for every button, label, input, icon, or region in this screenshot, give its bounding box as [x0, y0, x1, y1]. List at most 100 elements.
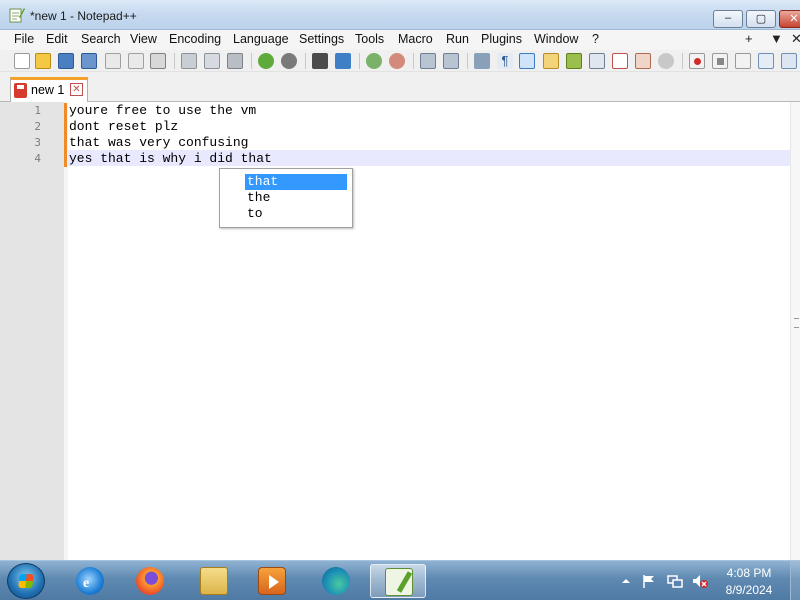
tab-close-icon[interactable]: ✕: [70, 83, 83, 96]
word-wrap-icon[interactable]: [474, 53, 490, 69]
menu-help[interactable]: ?: [592, 32, 599, 46]
menu-view[interactable]: View: [130, 32, 157, 46]
line-number: 3: [34, 136, 41, 149]
record-macro-icon[interactable]: [689, 53, 705, 69]
start-button[interactable]: [7, 563, 45, 599]
toolbar-separator: [305, 53, 306, 69]
toolbar-separator: [413, 53, 414, 69]
code-line[interactable]: that was very confusing: [69, 135, 248, 151]
stop-macro-icon[interactable]: [712, 53, 728, 69]
paste-icon[interactable]: [227, 53, 243, 69]
close-window-button[interactable]: ✕: [779, 10, 800, 28]
action-center-flag-icon[interactable]: [641, 573, 657, 589]
open-file-icon[interactable]: [35, 53, 51, 69]
menu-encoding[interactable]: Encoding: [169, 32, 221, 46]
vertical-scrollbar[interactable]: [790, 102, 800, 560]
title-bar[interactable]: *new 1 - Notepad++ – ▢ ✕: [0, 0, 800, 30]
udl-icon[interactable]: [543, 53, 559, 69]
autocomplete-item[interactable]: to: [245, 206, 347, 222]
close-document-icon[interactable]: ✕: [791, 31, 800, 47]
change-history-marker: [64, 119, 67, 135]
menu-search[interactable]: Search: [81, 32, 121, 46]
menu-macro[interactable]: Macro: [398, 32, 433, 46]
new-tab-plus-icon[interactable]: +: [745, 31, 753, 46]
close-icon: ✕: [789, 13, 799, 25]
tab-label: new 1: [31, 83, 65, 97]
clock-time[interactable]: 4:08 PM: [712, 566, 786, 580]
close-all-icon[interactable]: [128, 53, 144, 69]
replace-icon[interactable]: [335, 53, 351, 69]
taskbar-file-explorer[interactable]: [186, 564, 242, 598]
maximize-button[interactable]: ▢: [746, 10, 776, 28]
cut-icon[interactable]: [181, 53, 197, 69]
comment-bubble-icon[interactable]: [658, 53, 674, 69]
code-line[interactable]: yes that is why i did that: [69, 151, 272, 167]
indent-guide-icon[interactable]: [519, 53, 535, 69]
find-icon[interactable]: [312, 53, 328, 69]
media-player-icon: [258, 567, 286, 595]
editor-area[interactable]: 1 2 3 4 youre free to use the vm dont re…: [0, 102, 800, 560]
firefox-icon: [136, 567, 164, 595]
minimize-button[interactable]: –: [713, 10, 743, 28]
save-macro-icon[interactable]: [781, 53, 797, 69]
new-file-icon[interactable]: [14, 53, 30, 69]
print-icon[interactable]: [150, 53, 166, 69]
taskbar: e 4:08 PM 8/9/2024: [0, 560, 800, 600]
show-desktop-button[interactable]: [790, 561, 800, 600]
menu-edit[interactable]: Edit: [46, 32, 68, 46]
doc-map-icon[interactable]: [566, 53, 582, 69]
network-icon[interactable]: [666, 573, 684, 589]
taskbar-edge[interactable]: [308, 564, 364, 598]
line-number-gutter: 1 2 3 4: [0, 102, 64, 560]
clock-date[interactable]: 8/9/2024: [712, 583, 786, 597]
autocomplete-item-selected[interactable]: that: [245, 174, 347, 190]
zoom-out-icon[interactable]: [389, 53, 405, 69]
folder-workspace-icon[interactable]: [612, 53, 628, 69]
toolbar-separator: [174, 53, 175, 69]
code-line[interactable]: youre free to use the vm: [69, 103, 256, 119]
function-list-icon[interactable]: [589, 53, 605, 69]
menu-tools[interactable]: Tools: [355, 32, 384, 46]
copy-icon[interactable]: [204, 53, 220, 69]
zoom-in-icon[interactable]: [366, 53, 382, 69]
taskbar-internet-explorer[interactable]: e: [62, 564, 118, 598]
show-hidden-icons-icon[interactable]: [621, 573, 631, 589]
menu-run[interactable]: Run: [446, 32, 469, 46]
menu-language[interactable]: Language: [233, 32, 289, 46]
scroll-grip-icon[interactable]: [794, 318, 799, 328]
redo-icon[interactable]: [281, 53, 297, 69]
undo-icon[interactable]: [258, 53, 274, 69]
monitoring-icon[interactable]: [635, 53, 651, 69]
menu-window[interactable]: Window: [534, 32, 578, 46]
minimize-icon: –: [724, 12, 732, 24]
taskbar-firefox[interactable]: [122, 564, 178, 598]
menu-file[interactable]: File: [14, 32, 34, 46]
toolbar: ¶: [0, 50, 800, 72]
tab-list-dropdown-icon[interactable]: ▼: [770, 31, 783, 46]
toolbar-separator: [251, 53, 252, 69]
maximize-icon: ▢: [755, 13, 767, 25]
show-all-chars-icon[interactable]: ¶: [497, 53, 513, 69]
tab-new-1[interactable]: new 1 ✕: [10, 77, 88, 102]
save-icon[interactable]: [58, 53, 74, 69]
menu-settings[interactable]: Settings: [299, 32, 344, 46]
notepad-plus-plus-icon: [385, 568, 413, 596]
menu-plugins[interactable]: Plugins: [481, 32, 522, 46]
taskbar-media-player[interactable]: [244, 564, 300, 598]
taskbar-notepad-plus-plus[interactable]: [370, 564, 426, 598]
change-history-marker: [64, 135, 67, 151]
run-macro-multiple-icon[interactable]: [758, 53, 774, 69]
code-line[interactable]: dont reset plz: [69, 119, 178, 135]
internet-explorer-icon: e: [76, 567, 104, 595]
tab-bar: new 1 ✕: [0, 72, 800, 102]
sync-horizontal-icon[interactable]: [443, 53, 459, 69]
save-all-icon[interactable]: [81, 53, 97, 69]
line-number: 4: [34, 152, 41, 165]
volume-muted-icon[interactable]: [691, 573, 709, 589]
autocomplete-item[interactable]: the: [245, 190, 347, 206]
fold-margin[interactable]: [64, 102, 68, 560]
close-file-icon[interactable]: [105, 53, 121, 69]
play-macro-icon[interactable]: [735, 53, 751, 69]
notepad-plus-plus-app-icon: [9, 8, 25, 23]
sync-vertical-icon[interactable]: [420, 53, 436, 69]
